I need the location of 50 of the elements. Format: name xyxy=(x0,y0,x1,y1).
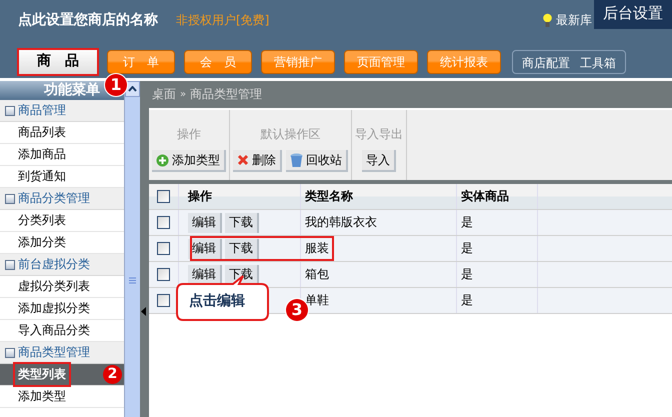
sidebar-group[interactable]: 商品分类管理 xyxy=(0,188,124,210)
group-title: 导入导出 xyxy=(355,126,403,143)
table-cell: 是 xyxy=(461,240,473,257)
table-cell: 服装 xyxy=(305,240,329,257)
group-title: 操作 xyxy=(177,126,201,143)
checkbox[interactable] xyxy=(157,242,170,255)
toolbar-button[interactable]: 删除 xyxy=(233,150,282,172)
scrollbar[interactable] xyxy=(124,81,140,417)
license-label: 非授权用户[免费] xyxy=(176,12,270,28)
table-cell: 是 xyxy=(461,214,473,231)
shop-name[interactable]: 点此设置您商店的名称 xyxy=(18,11,158,29)
sidebar-group[interactable]: 前台虚拟分类 xyxy=(0,254,124,276)
group-title: 默认操作区 xyxy=(260,126,320,143)
toolbar-button[interactable]: 导入 xyxy=(362,150,396,172)
lightbulb-icon xyxy=(543,12,552,28)
row-action-button[interactable]: 下载 xyxy=(225,238,259,258)
row-action-button[interactable]: 编辑 xyxy=(188,212,222,232)
step-badge: 1 xyxy=(105,74,127,96)
notice-text[interactable]: 最新库 xyxy=(556,12,592,28)
bin-icon xyxy=(290,152,303,168)
collapse-arrow-icon[interactable] xyxy=(141,307,146,316)
sidebar-group[interactable]: 商品类型管理 xyxy=(0,342,124,364)
callout-text: 点击编辑 xyxy=(189,292,245,310)
checkbox[interactable] xyxy=(157,294,170,307)
row-action-button[interactable]: 编辑 xyxy=(188,264,222,284)
column-header: 操作 xyxy=(188,188,212,205)
step-badge: 2 xyxy=(103,365,122,384)
sidebar-group[interactable]: 商品管理 xyxy=(0,100,124,122)
toolbar-button[interactable]: 添加类型 xyxy=(152,150,226,172)
breadcrumb-item: » xyxy=(180,89,186,100)
nav-tab[interactable]: 商 品 xyxy=(18,48,98,74)
table-cell: 单鞋 xyxy=(305,292,329,309)
sidebar-item[interactable]: 类型列表 2 xyxy=(0,364,124,386)
column-header: 实体商品 xyxy=(461,188,509,205)
checkbox[interactable] xyxy=(157,216,170,229)
column-header: 类型名称 xyxy=(305,188,353,205)
checkbox[interactable] xyxy=(157,190,170,203)
row-action-button[interactable]: 编辑 xyxy=(188,238,222,258)
row-action-button[interactable]: 下载 xyxy=(225,212,259,232)
toolbar-button[interactable]: 回收站 xyxy=(286,150,348,172)
nav-link[interactable]: 工具箱 xyxy=(580,55,616,69)
delete-icon xyxy=(237,154,249,166)
nav-link[interactable]: 商店配置 xyxy=(522,55,570,69)
checkbox[interactable] xyxy=(157,268,170,281)
panel-title: 后台设置 xyxy=(594,0,672,29)
table-cell: 是 xyxy=(461,292,473,309)
table-cell: 箱包 xyxy=(305,266,329,283)
table-cell: 我的韩版衣衣 xyxy=(305,214,377,231)
add-icon xyxy=(156,154,169,166)
table-cell: 是 xyxy=(461,266,473,283)
